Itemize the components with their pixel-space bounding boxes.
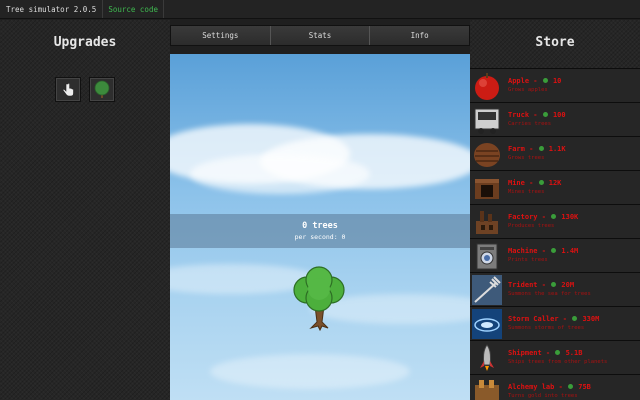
app-title: Tree simulator 2.0.5 bbox=[0, 0, 104, 18]
tab-stats[interactable]: Stats bbox=[270, 26, 371, 45]
store-item-name: Apple bbox=[508, 76, 530, 85]
game-area: Settings Stats Info 0 trees per second: … bbox=[170, 20, 470, 400]
store-item-name: Alchemy lab bbox=[508, 382, 555, 391]
store-item-trident[interactable]: Trident - 20M Summons the sea for trees bbox=[470, 272, 640, 306]
store-item-desc: Prints trees bbox=[508, 256, 548, 263]
store-item-farm[interactable]: Farm - 1.1K Grows trees bbox=[470, 136, 640, 170]
factory-icon bbox=[476, 210, 498, 234]
upgrades-list bbox=[55, 77, 115, 102]
store-item-alchemy-lab[interactable]: Alchemy lab - 75B Turns gold into trees bbox=[470, 374, 640, 400]
store-item-price: 20M bbox=[561, 280, 575, 289]
store-item-desc: Produces trees bbox=[508, 222, 555, 229]
store-item-price: 10 bbox=[552, 76, 562, 85]
upgrade-tree-button[interactable] bbox=[89, 77, 115, 102]
store-item-storm-caller[interactable]: Storm Caller - 330M Summons storms of tr… bbox=[470, 306, 640, 340]
tree-count: 0 trees bbox=[302, 221, 338, 231]
per-second: per second: 0 bbox=[294, 233, 346, 241]
store-item-price: 100 bbox=[552, 110, 566, 119]
store-item-shipment[interactable]: Shipment - 5.1B Ships trees from other p… bbox=[470, 340, 640, 374]
upgrade-cursor-button[interactable] bbox=[55, 77, 81, 102]
tab-bar: Settings Stats Info bbox=[170, 25, 470, 46]
store-item-price: 330M bbox=[582, 314, 600, 323]
top-bar: Tree simulator 2.0.5 Source code bbox=[0, 0, 640, 19]
store-item-mine[interactable]: Mine - 12K Mines trees bbox=[470, 170, 640, 204]
store-item-desc: Carries trees bbox=[508, 120, 552, 127]
store-item-truck[interactable]: Truck - 100 Carries trees bbox=[470, 102, 640, 136]
upgrades-title: Upgrades bbox=[53, 35, 117, 50]
sky-background: 0 trees per second: 0 bbox=[170, 54, 470, 400]
store-item-price: 5.1B bbox=[565, 348, 583, 357]
tab-settings[interactable]: Settings bbox=[171, 26, 271, 45]
store-item-factory[interactable]: Factory - 130K Produces trees bbox=[470, 204, 640, 238]
apple-icon bbox=[475, 72, 499, 100]
store-list: Apple - 10 Grows apples Truck - 100 Carr… bbox=[470, 68, 640, 400]
store-item-apple[interactable]: Apple - 10 Grows apples bbox=[470, 68, 640, 102]
store-item-desc: Summons storms of trees bbox=[508, 324, 585, 331]
big-tree-button[interactable] bbox=[291, 266, 347, 332]
store-title: Store bbox=[535, 35, 575, 50]
tree-icon bbox=[94, 80, 110, 98]
upgrades-panel: Upgrades bbox=[0, 20, 170, 400]
trident-icon bbox=[472, 274, 502, 305]
store-item-name: Farm bbox=[508, 144, 525, 153]
store-item-price: 12K bbox=[548, 178, 562, 187]
tab-info[interactable]: Info bbox=[370, 26, 470, 45]
store-item-name: Mine bbox=[508, 178, 525, 187]
machine-icon bbox=[476, 243, 498, 269]
store-item-desc: Turns gold into trees bbox=[508, 392, 578, 399]
store-item-price: 75B bbox=[578, 382, 591, 391]
store-item-name: Machine bbox=[508, 246, 538, 255]
store-item-desc: Grows apples bbox=[508, 86, 548, 93]
store-item-name: Shipment bbox=[508, 348, 542, 357]
storm-icon bbox=[472, 308, 502, 339]
store-item-name: Storm Caller bbox=[508, 314, 559, 323]
store-item-price: 1.4M bbox=[561, 246, 579, 255]
truck-icon bbox=[474, 108, 500, 134]
store-item-price: 130K bbox=[561, 212, 579, 221]
mine-icon bbox=[475, 178, 499, 199]
store-item-name: Truck bbox=[508, 110, 530, 119]
source-code-link[interactable]: Source code bbox=[103, 0, 164, 18]
store-item-name: Trident bbox=[508, 280, 538, 289]
store-item-desc: Summons the sea for trees bbox=[508, 290, 591, 297]
store-item-desc: Ships trees from other planets bbox=[508, 358, 608, 365]
farm-icon bbox=[474, 142, 500, 167]
hand-pointer-icon bbox=[62, 82, 74, 96]
store-panel: Store Apple - 10 Grows apples Truck - 10… bbox=[470, 20, 640, 400]
alchemy-icon bbox=[475, 379, 499, 400]
store-item-machine[interactable]: Machine - 1.4M Prints trees bbox=[470, 238, 640, 272]
rocket-icon bbox=[480, 343, 494, 371]
store-item-price: 1.1K bbox=[548, 144, 566, 153]
tree-counter: 0 trees per second: 0 bbox=[170, 214, 470, 248]
store-item-desc: Mines trees bbox=[508, 188, 545, 195]
store-item-name: Factory bbox=[508, 212, 538, 221]
store-item-desc: Grows trees bbox=[508, 154, 545, 161]
